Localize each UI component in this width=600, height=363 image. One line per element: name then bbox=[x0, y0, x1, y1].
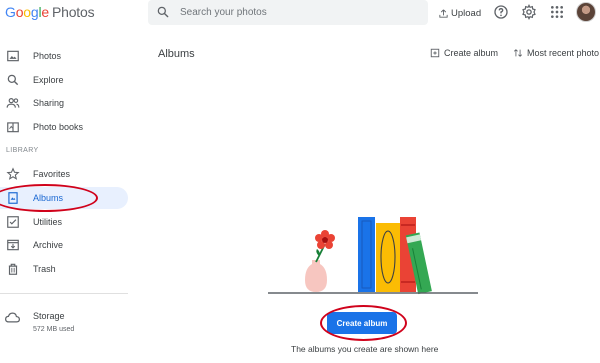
sidebar-item-label: Utilities bbox=[33, 217, 63, 227]
people-icon bbox=[6, 98, 20, 108]
library-section-heading: LIBRARY bbox=[6, 147, 39, 154]
sidebar-item-favorites[interactable]: Favorites bbox=[0, 163, 128, 185]
sidebar-item-label: Photos bbox=[33, 51, 62, 61]
upload-button[interactable]: Upload bbox=[438, 5, 481, 21]
sidebar-item-label: Favorites bbox=[33, 169, 71, 179]
help-icon[interactable] bbox=[493, 4, 509, 20]
search-icon bbox=[7, 74, 19, 86]
empty-albums-illustration bbox=[268, 217, 478, 295]
star-icon bbox=[6, 167, 20, 180]
sidebar-item-label: Photo books bbox=[33, 122, 84, 132]
top-app-bar: GooglePhotos Upload bbox=[0, 0, 600, 28]
logo-letter: o bbox=[23, 4, 31, 20]
archive-icon bbox=[7, 239, 19, 251]
storage-used-text: 572 MB used bbox=[33, 326, 75, 333]
cloud-icon bbox=[5, 312, 20, 323]
upload-icon bbox=[439, 9, 448, 18]
book-icon bbox=[7, 122, 19, 133]
logo-letter: e bbox=[41, 4, 49, 20]
sidebar-item-label: Sharing bbox=[33, 98, 65, 108]
create-album-header-button[interactable]: Create album bbox=[430, 48, 498, 58]
sort-label: Most recent photo bbox=[527, 48, 600, 58]
sidebar-item-label: Trash bbox=[33, 264, 56, 274]
logo-letter: G bbox=[5, 4, 16, 20]
sidebar-item-trash[interactable]: Trash bbox=[0, 258, 128, 280]
sidebar-item-utilities[interactable]: Utilities bbox=[0, 211, 128, 233]
google-photos-logo[interactable]: Google Photos bbox=[5, 4, 95, 20]
sidebar-item-sharing[interactable]: Sharing bbox=[0, 92, 128, 114]
sidebar-item-photos[interactable]: Photos bbox=[0, 45, 128, 67]
checklist-icon bbox=[7, 216, 19, 228]
sort-button[interactable]: Most recent photo bbox=[513, 48, 599, 58]
logo-product-name: Photos bbox=[52, 4, 95, 20]
sidebar-item-label: Explore bbox=[33, 75, 64, 85]
empty-state-message: The albums you create are shown here bbox=[291, 344, 439, 354]
search-bar[interactable] bbox=[148, 0, 428, 25]
trash-icon bbox=[8, 263, 18, 275]
create-album-header-label: Create album bbox=[444, 48, 499, 58]
apps-grid-icon[interactable] bbox=[549, 4, 565, 20]
storage-label[interactable]: Storage bbox=[33, 311, 65, 321]
annotation-ellipse-create-album bbox=[320, 305, 407, 341]
image-icon bbox=[7, 50, 19, 62]
search-input[interactable] bbox=[180, 0, 420, 25]
sidebar-item-label: Archive bbox=[33, 240, 64, 250]
sort-icon bbox=[513, 49, 523, 57]
gear-icon[interactable] bbox=[521, 4, 537, 20]
upload-label: Upload bbox=[451, 7, 482, 19]
page-title: Albums bbox=[158, 48, 195, 60]
add-box-icon bbox=[430, 48, 440, 58]
sidebar-item-archive[interactable]: Archive bbox=[0, 234, 128, 256]
sidebar-item-explore[interactable]: Explore bbox=[0, 69, 128, 91]
sidebar-item-photo-books[interactable]: Photo books bbox=[0, 116, 128, 138]
search-icon[interactable] bbox=[156, 5, 170, 19]
sidebar-divider bbox=[0, 293, 128, 294]
account-avatar[interactable] bbox=[576, 2, 596, 22]
